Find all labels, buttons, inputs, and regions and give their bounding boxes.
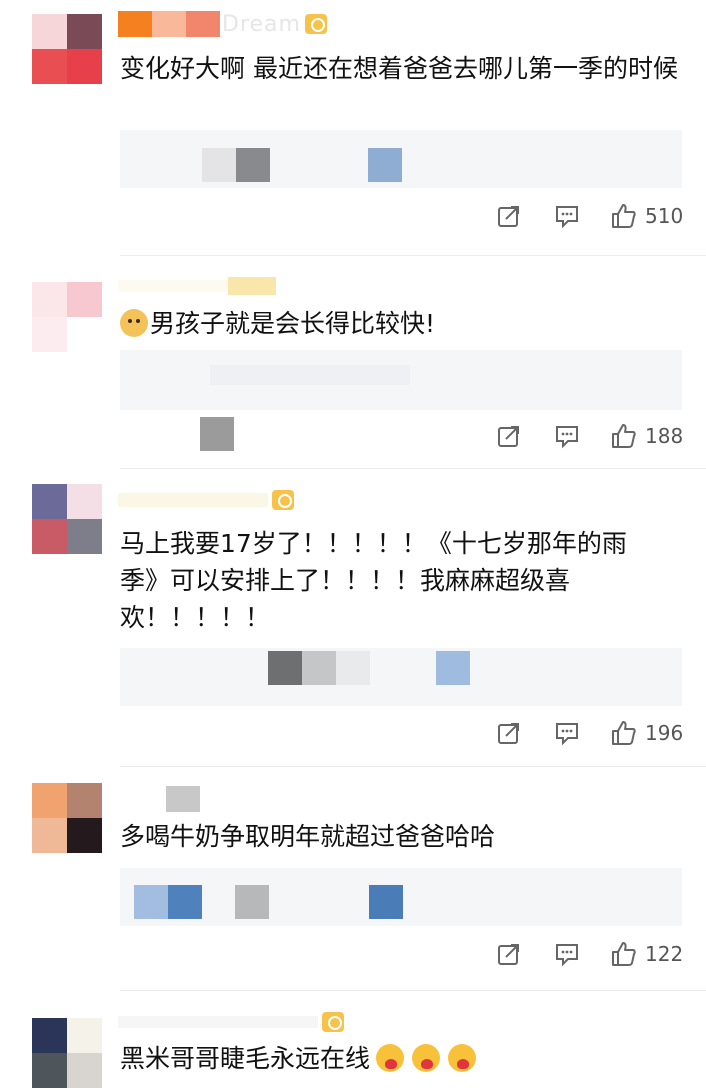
- username[interactable]: [118, 486, 294, 514]
- comment-text-body: 男孩子就是会长得比较快!: [150, 309, 436, 338]
- member-badge-icon: [322, 1012, 344, 1032]
- comment-text: 变化好大啊 最近还在想着爸爸去哪儿第一季的时候: [120, 54, 678, 83]
- doge-emoji-icon: [120, 309, 148, 337]
- username[interactable]: [118, 272, 276, 300]
- avatar[interactable]: [32, 14, 102, 84]
- avatar[interactable]: [32, 282, 102, 352]
- repost-icon[interactable]: [496, 423, 522, 449]
- username-text: Dream: [222, 11, 301, 37]
- avatar[interactable]: [32, 484, 102, 554]
- comment-icon[interactable]: [554, 203, 580, 229]
- avatar[interactable]: [32, 1018, 102, 1088]
- comment-icon[interactable]: [554, 423, 580, 449]
- kiss-emoji-icon: [448, 1044, 477, 1072]
- divider: [120, 255, 706, 256]
- member-badge-icon: [304, 14, 327, 34]
- avatar[interactable]: [32, 783, 102, 853]
- kiss-emoji-icon: [412, 1044, 441, 1072]
- like-icon[interactable]: [611, 941, 637, 967]
- reply-preview[interactable]: [120, 130, 682, 188]
- comment-icon[interactable]: [554, 720, 580, 746]
- username[interactable]: Dream: [118, 10, 327, 38]
- comment-text: 男孩子就是会长得比较快!: [120, 305, 680, 342]
- reply-preview[interactable]: [120, 868, 682, 926]
- divider: [120, 990, 706, 991]
- comment-actions: 122: [0, 941, 706, 977]
- kiss-emoji-icon: [376, 1044, 405, 1072]
- comment-text: 马上我要17岁了！！！！！《十七岁那年的雨季》可以安排上了！！！！我麻麻超级喜欢…: [120, 529, 627, 632]
- comment-text: 黑米哥哥睫毛永远在线: [120, 1040, 680, 1077]
- divider: [120, 468, 706, 469]
- comment-actions: 188: [0, 417, 706, 459]
- like-count: 188: [645, 424, 684, 448]
- like-count: 196: [645, 721, 684, 745]
- comment-actions: 510: [0, 203, 706, 239]
- comment-actions: 196: [0, 720, 706, 756]
- like-icon[interactable]: [611, 423, 637, 449]
- like-icon[interactable]: [611, 203, 637, 229]
- comment-text-body: 黑米哥哥睫毛永远在线: [120, 1044, 371, 1073]
- member-badge-icon: [272, 490, 294, 510]
- repost-icon[interactable]: [496, 941, 522, 967]
- reply-preview[interactable]: [120, 350, 682, 410]
- like-count: 122: [645, 942, 684, 966]
- reply-preview[interactable]: [120, 648, 682, 706]
- repost-icon[interactable]: [496, 720, 522, 746]
- divider: [120, 766, 706, 767]
- username[interactable]: [118, 1008, 344, 1036]
- comment-icon[interactable]: [554, 941, 580, 967]
- like-icon[interactable]: [611, 720, 637, 746]
- like-count: 510: [645, 204, 684, 228]
- comment-text: 多喝牛奶争取明年就超过爸爸哈哈: [120, 822, 496, 851]
- repost-icon[interactable]: [496, 203, 522, 229]
- username[interactable]: [118, 785, 200, 813]
